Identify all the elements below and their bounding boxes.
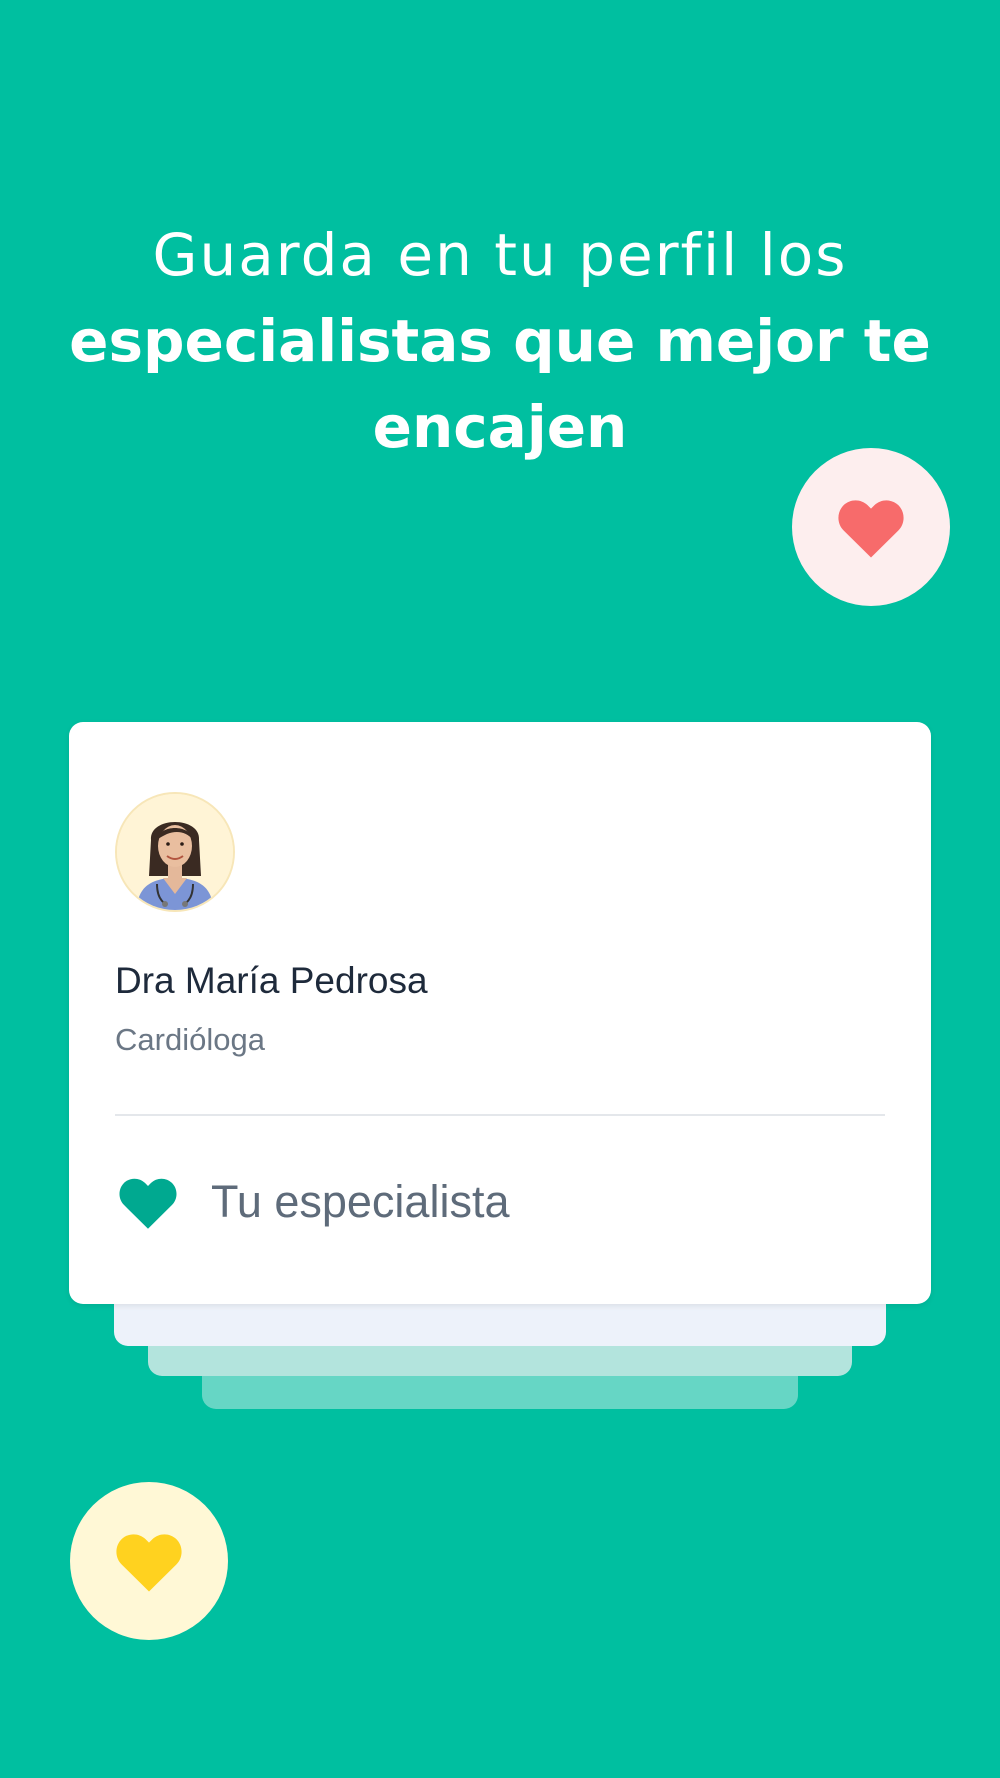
heart-icon xyxy=(116,1534,182,1592)
doctor-name: Dra María Pedrosa xyxy=(115,960,428,1001)
card-divider xyxy=(115,1114,885,1116)
headline-bold-text: especialistas que mejor te encajen xyxy=(69,307,931,461)
favorite-toggle[interactable]: Tu especialista xyxy=(115,1162,509,1242)
decorative-heart-bubble-red xyxy=(792,448,950,606)
specialist-card[interactable]: Dra María Pedrosa Cardióloga Tu especial… xyxy=(69,722,931,1304)
headline-light-text: Guarda en tu perfil los xyxy=(152,221,848,289)
onboarding-screen: Guarda en tu perfil los especialistas qu… xyxy=(0,0,1000,1778)
heart-icon[interactable] xyxy=(115,1172,181,1232)
doctor-avatar xyxy=(115,792,235,912)
doctor-specialty: Cardióloga xyxy=(115,1022,265,1057)
decorative-heart-bubble-yellow xyxy=(70,1482,228,1640)
heart-icon xyxy=(838,500,904,558)
favorite-label: Tu especialista xyxy=(211,1176,510,1227)
onboarding-headline: Guarda en tu perfil los especialistas qu… xyxy=(40,212,960,470)
